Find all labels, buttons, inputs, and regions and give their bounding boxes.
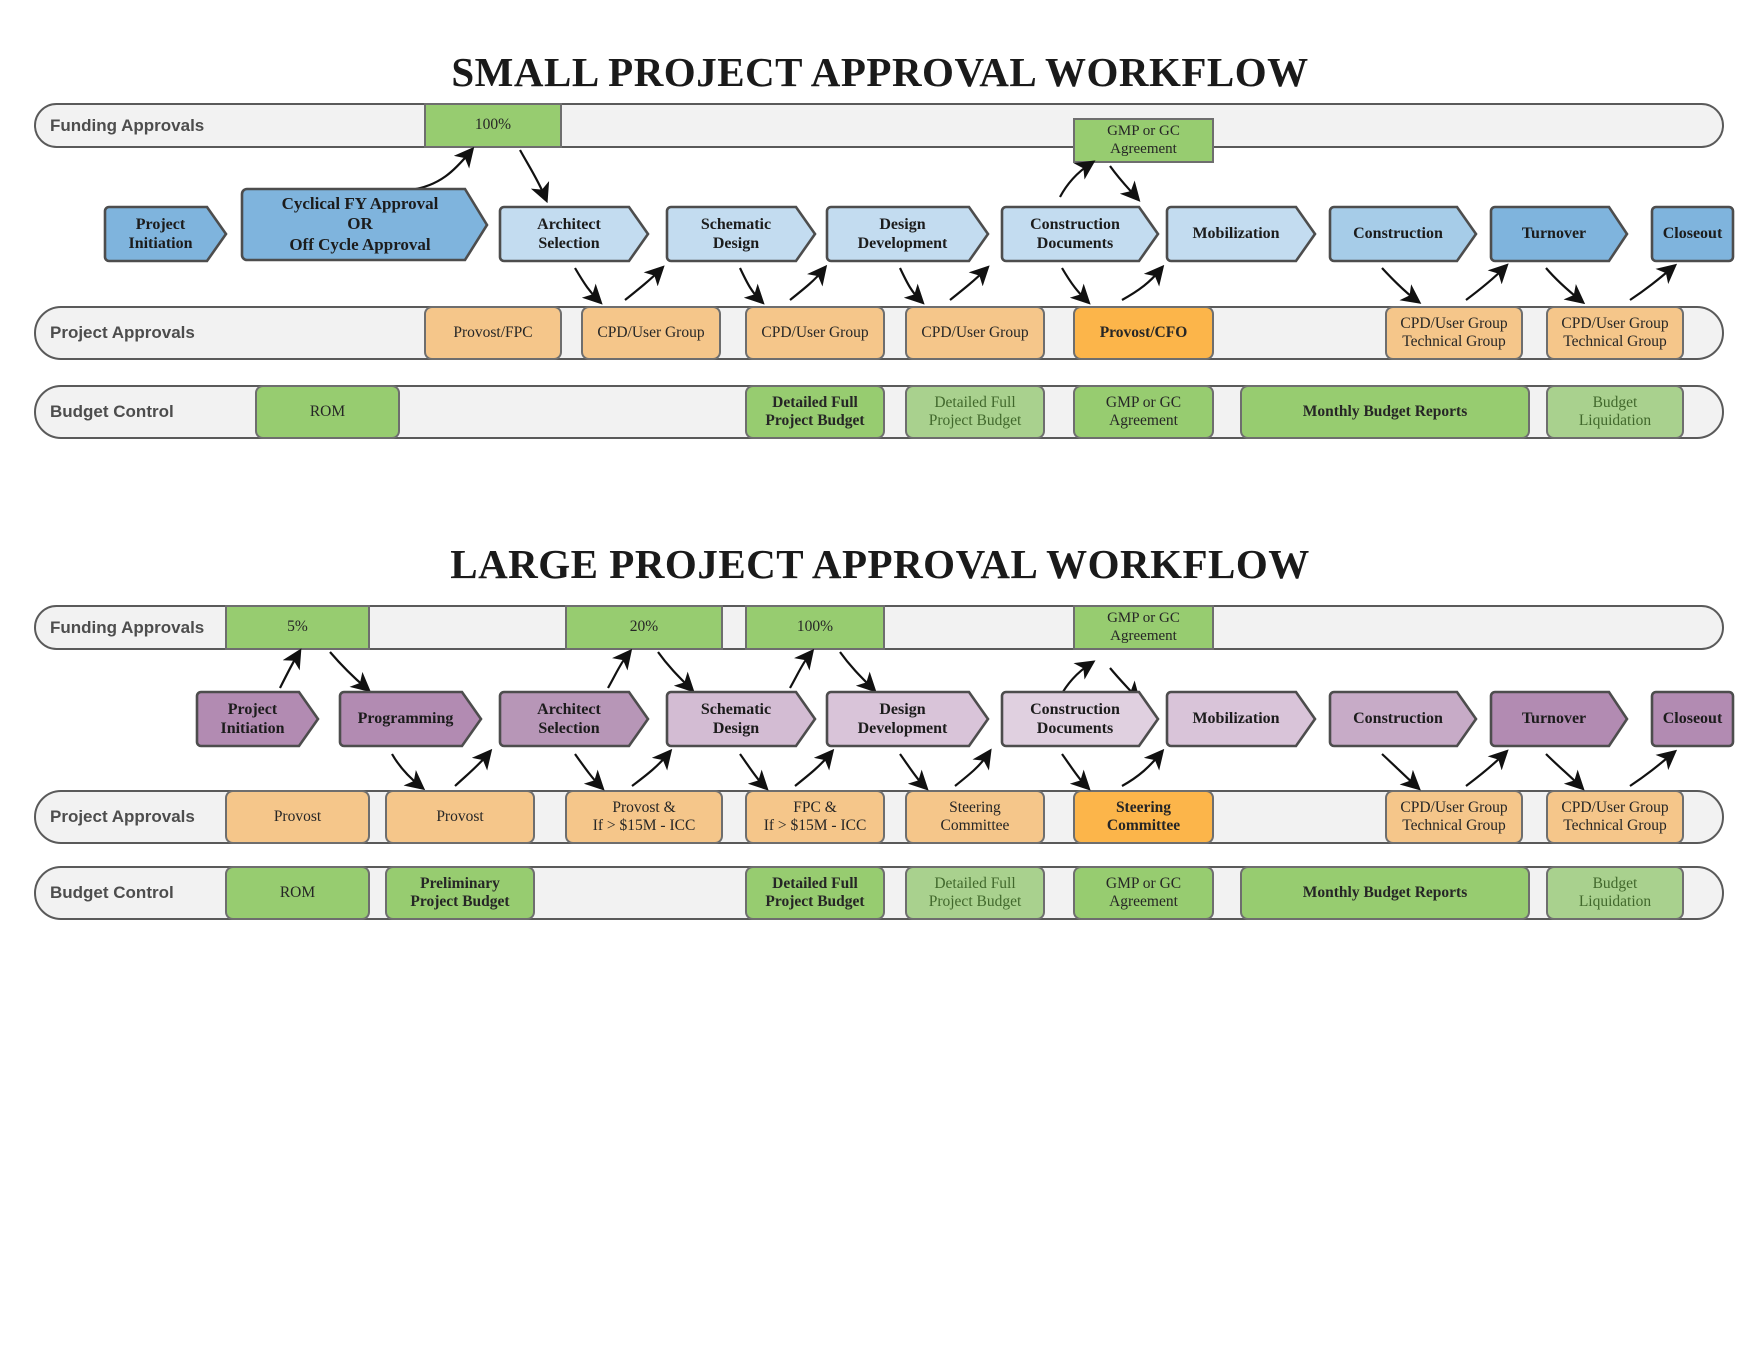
small-process-cyclical-fy-approval[interactable]: Cyclical FY Approval OR Off Cycle Approv… — [240, 187, 490, 262]
large-budget-item-4[interactable]: GMP or GC Agreement — [1073, 866, 1214, 920]
small-workflow-title: SMALL PROJECT APPROVAL WORKFLOW — [451, 49, 1309, 95]
large-process-construction-documents[interactable]: Construction Documents — [1000, 690, 1160, 748]
chevron-label: Design Development — [857, 215, 948, 252]
large-approval-item-7[interactable]: CPD/User Group Technical Group — [1546, 790, 1684, 844]
large-budget-item-5[interactable]: Monthly Budget Reports — [1240, 866, 1530, 920]
chevron-label: Programming — [357, 710, 454, 728]
large-process-construction[interactable]: Construction — [1328, 690, 1478, 748]
small-budget-item-3[interactable]: GMP or GC Agreement — [1073, 385, 1214, 439]
large-budget-item-3[interactable]: Detailed Full Project Budget — [905, 866, 1045, 920]
chevron-label: Schematic Design — [700, 700, 772, 737]
small-approval-item-3[interactable]: CPD/User Group — [905, 306, 1045, 360]
small-approval-item-5[interactable]: CPD/User Group Technical Group — [1385, 306, 1523, 360]
small-approval-item-6[interactable]: CPD/User Group Technical Group — [1546, 306, 1684, 360]
large-approval-item-2[interactable]: Provost & If > $15M - ICC — [565, 790, 723, 844]
small-process-architect-selection[interactable]: Architect Selection — [498, 205, 650, 263]
chevron-label: Construction Documents — [1030, 700, 1120, 737]
large-funding-lane-label: Funding Approvals — [50, 617, 205, 637]
small-approval-item-0[interactable]: Provost/FPC — [424, 306, 562, 360]
small-process-mobilization[interactable]: Mobilization — [1165, 205, 1317, 263]
large-process-closeout[interactable]: Closeout — [1650, 690, 1735, 748]
chevron-label: Mobilization — [1192, 710, 1280, 728]
small-process-design-development[interactable]: Design Development — [825, 205, 990, 263]
small-funding-lane-label: Funding Approvals — [50, 115, 205, 135]
large-approval-item-3[interactable]: FPC & If > $15M - ICC — [745, 790, 885, 844]
large-budget-item-6[interactable]: Budget Liquidation — [1546, 866, 1684, 920]
chevron-label: Project Initiation — [128, 215, 193, 252]
chevron-label: Schematic Design — [700, 215, 772, 252]
large-process-design-development[interactable]: Design Development — [825, 690, 990, 748]
large-budget-item-2[interactable]: Detailed Full Project Budget — [745, 866, 885, 920]
large-process-project-initiation[interactable]: Project Initiation — [195, 690, 320, 748]
large-process-programming[interactable]: Programming — [338, 690, 483, 748]
large-approval-item-1[interactable]: Provost — [385, 790, 535, 844]
chevron-label: Architect Selection — [537, 215, 601, 252]
large-budget-item-1[interactable]: Preliminary Project Budget — [385, 866, 535, 920]
chevron-label: Closeout — [1662, 710, 1723, 728]
small-approval-item-2[interactable]: CPD/User Group — [745, 306, 885, 360]
small-approvals-lane-label: Project Approvals — [50, 323, 195, 342]
small-funding-item-0[interactable]: 100% — [424, 103, 562, 148]
large-approval-item-4[interactable]: Steering Committee — [905, 790, 1045, 844]
small-budget-item-4[interactable]: Monthly Budget Reports — [1240, 385, 1530, 439]
large-funding-item-0[interactable]: 5% — [225, 605, 370, 650]
chevron-label: Turnover — [1521, 710, 1587, 728]
chevron-label: Project Initiation — [220, 700, 285, 737]
small-process-construction-documents[interactable]: Construction Documents — [1000, 205, 1160, 263]
chevron-label: Construction — [1353, 225, 1443, 243]
large-process-mobilization[interactable]: Mobilization — [1165, 690, 1317, 748]
chevron-label: Cyclical FY Approval OR Off Cycle Approv… — [281, 193, 439, 254]
chevron-label: Construction Documents — [1030, 215, 1120, 252]
large-funding-item-1[interactable]: 20% — [565, 605, 723, 650]
large-funding-item-3[interactable]: GMP or GC Agreement — [1073, 605, 1214, 650]
large-approval-item-6[interactable]: CPD/User Group Technical Group — [1385, 790, 1523, 844]
chevron-label: Design Development — [857, 700, 948, 737]
small-process-project-initiation[interactable]: Project Initiation — [103, 205, 228, 263]
large-budget-lane-label: Budget Control — [50, 883, 174, 902]
large-workflow-title: LARGE PROJECT APPROVAL WORKFLOW — [450, 541, 1310, 587]
large-process-schematic-design[interactable]: Schematic Design — [665, 690, 817, 748]
small-budget-lane-label: Budget Control — [50, 402, 174, 421]
chevron-label: Closeout — [1662, 225, 1723, 243]
large-process-turnover[interactable]: Turnover — [1489, 690, 1629, 748]
large-approval-item-5[interactable]: Steering Committee — [1073, 790, 1214, 844]
small-process-schematic-design[interactable]: Schematic Design — [665, 205, 817, 263]
small-process-closeout[interactable]: Closeout — [1650, 205, 1735, 263]
small-approval-item-4[interactable]: Provost/CFO — [1073, 306, 1214, 360]
small-budget-item-0[interactable]: ROM — [255, 385, 400, 439]
small-approval-item-1[interactable]: CPD/User Group — [581, 306, 721, 360]
chevron-label: Mobilization — [1192, 225, 1280, 243]
large-approval-item-0[interactable]: Provost — [225, 790, 370, 844]
small-budget-item-2[interactable]: Detailed Full Project Budget — [905, 385, 1045, 439]
large-budget-item-0[interactable]: ROM — [225, 866, 370, 920]
small-process-turnover[interactable]: Turnover — [1489, 205, 1629, 263]
small-process-construction[interactable]: Construction — [1328, 205, 1478, 263]
large-process-architect-selection[interactable]: Architect Selection — [498, 690, 650, 748]
chevron-label: Construction — [1353, 710, 1443, 728]
small-funding-approvals-lane: Funding Approvals — [34, 103, 1724, 148]
large-approvals-lane-label: Project Approvals — [50, 807, 195, 826]
large-funding-item-2[interactable]: 100% — [745, 605, 885, 650]
chevron-label: Architect Selection — [537, 700, 601, 737]
small-budget-item-5[interactable]: Budget Liquidation — [1546, 385, 1684, 439]
chevron-label: Turnover — [1521, 225, 1587, 243]
small-funding-item-1[interactable]: GMP or GC Agreement — [1073, 118, 1214, 163]
small-budget-item-1[interactable]: Detailed Full Project Budget — [745, 385, 885, 439]
